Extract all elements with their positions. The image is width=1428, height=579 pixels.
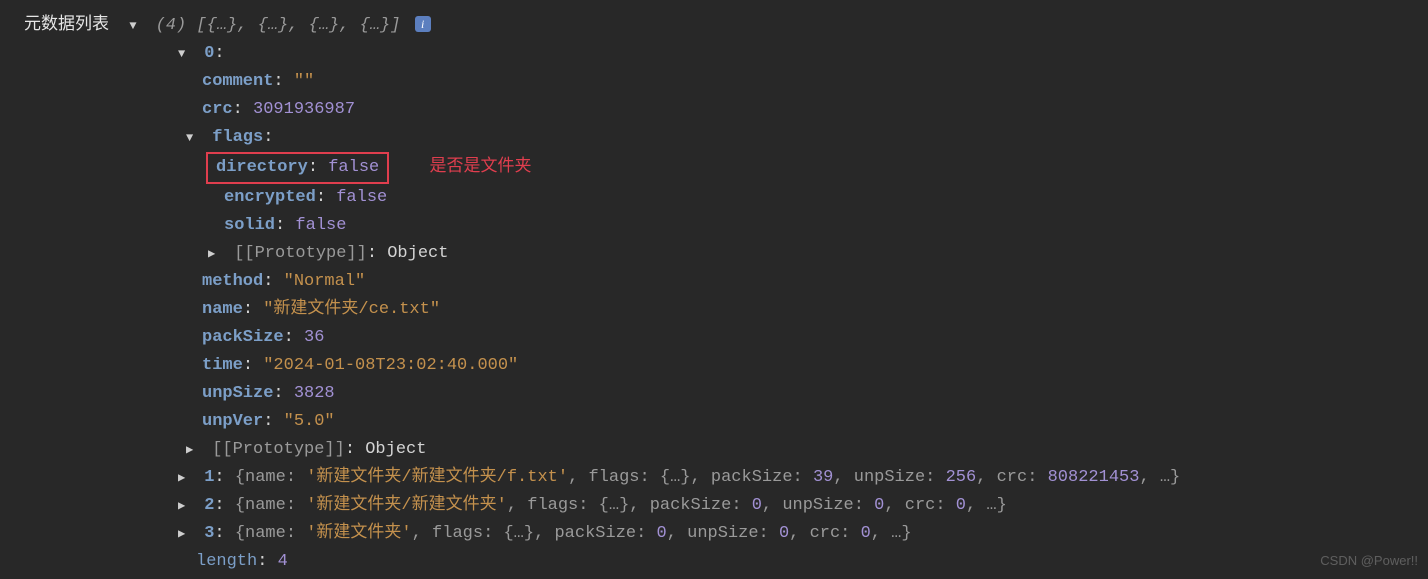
prop-flags-solid: solid: false (0, 212, 1428, 240)
prop-name: name: "新建文件夹/ce.txt" (0, 296, 1428, 324)
prop-key: crc (202, 100, 233, 119)
chevron-right-icon[interactable] (178, 464, 192, 492)
prop-key: comment (202, 72, 273, 91)
array-preview: [{…}, {…}, {…}, {…}] (196, 16, 400, 35)
prop-key: unpSize (202, 384, 273, 403)
chevron-right-icon[interactable] (178, 520, 192, 548)
summary-value: {…} (503, 524, 534, 543)
chevron-right-icon[interactable] (208, 240, 222, 268)
summary-value: 39 (813, 468, 833, 487)
prop-key: length (196, 552, 257, 571)
proto-label: [[Prototype]] (212, 440, 345, 459)
array-count: (4) (156, 16, 187, 35)
summary-value: 256 (946, 468, 977, 487)
prop-value: false (295, 216, 346, 235)
prop-flags-directory: directory: false 是否是文件夹 (0, 152, 1428, 184)
prop-value: 36 (304, 328, 324, 347)
summary-value: '新建文件夹/新建文件夹/f.txt' (306, 468, 568, 487)
entry-0[interactable]: 0: (0, 40, 1428, 68)
summary-value: 0 (779, 524, 789, 543)
root-line: 元数据列表 (4) [{…}, {…}, {…}, {…}] i (0, 12, 1428, 40)
entry-1[interactable]: 1: {name: '新建文件夹/新建文件夹/f.txt', flags: {…… (0, 464, 1428, 492)
prop-key: solid (224, 216, 275, 235)
prop-value: 3091936987 (253, 100, 355, 119)
entry-index: 1 (204, 468, 214, 487)
prop-key: name (202, 300, 243, 319)
proto-value: Object (365, 440, 426, 459)
prop-unpver: unpVer: "5.0" (0, 408, 1428, 436)
prop-key: flags (212, 128, 263, 147)
prop-value: "新建文件夹/ce.txt" (263, 300, 440, 319)
entry-index: 0 (204, 44, 214, 63)
summary-value: 0 (874, 496, 884, 515)
summary-value: {…} (599, 496, 630, 515)
prop-key: time (202, 356, 243, 375)
summary-key: crc (810, 524, 841, 543)
entry-index: 2 (204, 496, 214, 515)
prop-key: packSize (202, 328, 284, 347)
summary-key: unpSize (687, 524, 758, 543)
summary-key: unpSize (854, 468, 925, 487)
summary-value: 0 (752, 496, 762, 515)
prop-value: false (328, 158, 379, 177)
prop-value: "" (294, 72, 314, 91)
chevron-down-icon[interactable] (178, 40, 192, 68)
summary-key: flags (588, 468, 639, 487)
prop-value: 3828 (294, 384, 335, 403)
summary-key: packSize (554, 524, 636, 543)
entry-3[interactable]: 3: {name: '新建文件夹', flags: {…}, packSize:… (0, 520, 1428, 548)
summary-key: flags (432, 524, 483, 543)
prop-unpsize: unpSize: 3828 (0, 380, 1428, 408)
summary-key: packSize (711, 468, 793, 487)
prop-flags-encrypted: encrypted: false (0, 184, 1428, 212)
root-label: 元数据列表 (24, 16, 109, 35)
entry-2[interactable]: 2: {name: '新建文件夹/新建文件夹', flags: {…}, pac… (0, 492, 1428, 520)
summary-key: packSize (650, 496, 732, 515)
summary-value: 0 (956, 496, 966, 515)
summary-key: flags (527, 496, 578, 515)
prop-packsize: packSize: 36 (0, 324, 1428, 352)
summary-key: name (245, 468, 286, 487)
info-icon[interactable]: i (415, 16, 431, 32)
annotation-text: 是否是文件夹 (429, 156, 531, 175)
proto-value: Object (387, 244, 448, 263)
prop-proto[interactable]: [[Prototype]]: Object (0, 240, 1428, 268)
summary-value: {…} (660, 468, 691, 487)
prop-proto-outer[interactable]: [[Prototype]]: Object (0, 436, 1428, 464)
chevron-down-icon[interactable] (186, 124, 200, 152)
prop-value: "5.0" (284, 412, 335, 431)
summary-value: 0 (657, 524, 667, 543)
prop-value: false (336, 188, 387, 207)
chevron-right-icon[interactable] (186, 436, 200, 464)
summary-key: name (245, 524, 286, 543)
prop-key: encrypted (224, 188, 316, 207)
entry-index: 3 (204, 524, 214, 543)
watermark: CSDN @Power!! (1320, 547, 1418, 575)
summary-value: 0 (861, 524, 871, 543)
summary-key: name (245, 496, 286, 515)
prop-value: "Normal" (284, 272, 366, 291)
prop-comment: comment: "" (0, 68, 1428, 96)
summary-key: unpSize (782, 496, 853, 515)
prop-length: length: 4 (0, 548, 1428, 576)
prop-crc: crc: 3091936987 (0, 96, 1428, 124)
chevron-right-icon[interactable] (178, 492, 192, 520)
summary-value: '新建文件夹/新建文件夹' (306, 496, 507, 515)
prop-flags[interactable]: flags: (0, 124, 1428, 152)
summary-value: '新建文件夹' (306, 524, 411, 543)
prop-time: time: "2024-01-08T23:02:40.000" (0, 352, 1428, 380)
prop-key: directory (216, 158, 308, 177)
prop-value: "2024-01-08T23:02:40.000" (263, 356, 518, 375)
summary-key: crc (997, 468, 1028, 487)
summary-key: crc (905, 496, 936, 515)
prop-key: method (202, 272, 263, 291)
chevron-down-icon[interactable] (129, 12, 143, 40)
summary-value: 808221453 (1048, 468, 1140, 487)
prop-method: method: "Normal" (0, 268, 1428, 296)
prop-key: unpVer (202, 412, 263, 431)
prop-value: 4 (278, 552, 288, 571)
highlight-box: directory: false (206, 152, 389, 184)
proto-label: [[Prototype]] (234, 244, 367, 263)
